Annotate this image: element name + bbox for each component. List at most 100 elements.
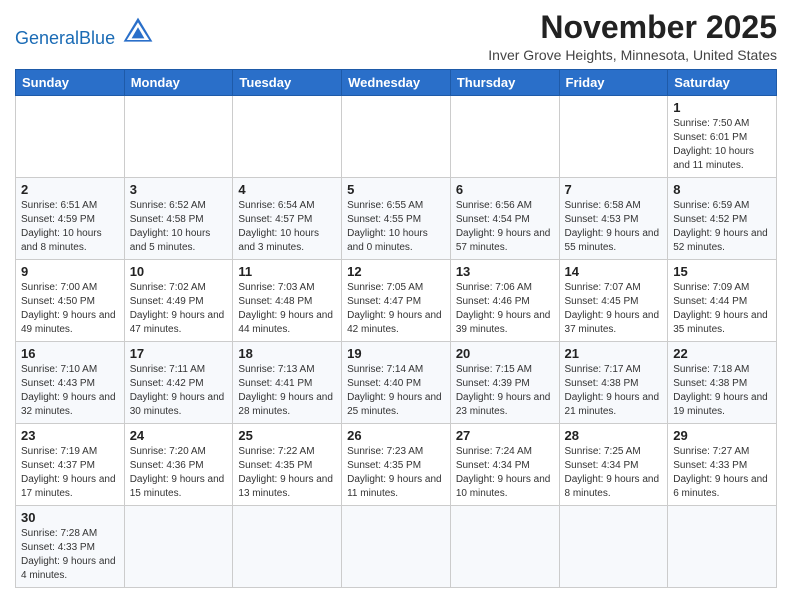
calendar-cell: 1Sunrise: 7:50 AM Sunset: 6:01 PM Daylig… [668, 96, 777, 178]
day-number: 25 [238, 428, 336, 443]
day-info: Sunrise: 7:19 AM Sunset: 4:37 PM Dayligh… [21, 445, 119, 501]
weekday-header-saturday: Saturday [668, 70, 777, 96]
day-info: Sunrise: 7:20 AM Sunset: 4:36 PM Dayligh… [130, 445, 228, 501]
calendar-cell [668, 506, 777, 588]
week-row-2: 2 Sunrise: 6:51 AM Sunset: 4:59 PM Daylig… [16, 178, 777, 260]
calendar-cell [233, 96, 342, 178]
day-info: Sunrise: 6:51 AM Sunset: 4:59 PM Dayligh… [21, 199, 119, 255]
calendar-cell [450, 506, 559, 588]
day-info: Sunrise: 6:52 AM Sunset: 4:58 PM Dayligh… [130, 199, 228, 255]
weekday-header-monday: Monday [124, 70, 233, 96]
logo-text: GeneralBlue [15, 28, 120, 48]
day-number: 10 [130, 264, 228, 279]
calendar-cell [559, 506, 668, 588]
calendar: SundayMondayTuesdayWednesdayThursdayFrid… [15, 69, 777, 588]
calendar-cell: 10 Sunrise: 7:02 AM Sunset: 4:49 PM Dayli… [124, 260, 233, 342]
day-number: 16 [21, 346, 119, 361]
day-number: 21 [565, 346, 663, 361]
calendar-cell: 8 Sunrise: 6:59 AM Sunset: 4:52 PM Daylig… [668, 178, 777, 260]
calendar-cell: 20 Sunrise: 7:15 AM Sunset: 4:39 PM Dayli… [450, 342, 559, 424]
calendar-cell: 13 Sunrise: 7:06 AM Sunset: 4:46 PM Dayli… [450, 260, 559, 342]
day-number: 7 [565, 182, 663, 197]
day-info: Sunrise: 7:18 AM Sunset: 4:38 PM Dayligh… [673, 363, 771, 419]
day-info: Sunrise: 7:02 AM Sunset: 4:49 PM Dayligh… [130, 281, 228, 337]
day-info: Sunrise: 6:58 AM Sunset: 4:53 PM Dayligh… [565, 199, 663, 255]
day-number: 19 [347, 346, 445, 361]
calendar-cell [16, 96, 125, 178]
day-number: 24 [130, 428, 228, 443]
week-row-5: 23 Sunrise: 7:19 AM Sunset: 4:37 PM Dayli… [16, 424, 777, 506]
calendar-cell [450, 96, 559, 178]
day-number: 27 [456, 428, 554, 443]
day-info: Sunrise: 7:07 AM Sunset: 4:45 PM Dayligh… [565, 281, 663, 337]
day-info: Sunrise: 7:05 AM Sunset: 4:47 PM Dayligh… [347, 281, 445, 337]
day-number: 22 [673, 346, 771, 361]
day-number: 12 [347, 264, 445, 279]
calendar-cell [233, 506, 342, 588]
calendar-cell: 2 Sunrise: 6:51 AM Sunset: 4:59 PM Daylig… [16, 178, 125, 260]
day-info: Sunrise: 6:56 AM Sunset: 4:54 PM Dayligh… [456, 199, 554, 255]
day-number: 13 [456, 264, 554, 279]
day-number: 26 [347, 428, 445, 443]
calendar-cell: 23 Sunrise: 7:19 AM Sunset: 4:37 PM Dayli… [16, 424, 125, 506]
day-info: Sunrise: 7:23 AM Sunset: 4:35 PM Dayligh… [347, 445, 445, 501]
day-number: 2 [21, 182, 119, 197]
day-info: Sunrise: 7:14 AM Sunset: 4:40 PM Dayligh… [347, 363, 445, 419]
calendar-cell: 6 Sunrise: 6:56 AM Sunset: 4:54 PM Daylig… [450, 178, 559, 260]
calendar-cell [559, 96, 668, 178]
calendar-cell: 3Sunrise: 6:52 AM Sunset: 4:58 PM Daylig… [124, 178, 233, 260]
week-row-6: 30Sunrise: 7:28 AM Sunset: 4:33 PM Dayli… [16, 506, 777, 588]
day-info: Sunrise: 7:06 AM Sunset: 4:46 PM Dayligh… [456, 281, 554, 337]
day-info: Sunrise: 6:55 AM Sunset: 4:55 PM Dayligh… [347, 199, 445, 255]
weekday-header-tuesday: Tuesday [233, 70, 342, 96]
day-number: 9 [21, 264, 119, 279]
location-title: Inver Grove Heights, Minnesota, United S… [488, 47, 777, 63]
day-info: Sunrise: 7:13 AM Sunset: 4:41 PM Dayligh… [238, 363, 336, 419]
logo-wordmark: GeneralBlue [15, 16, 154, 49]
calendar-cell: 7 Sunrise: 6:58 AM Sunset: 4:53 PM Daylig… [559, 178, 668, 260]
weekday-header-wednesday: Wednesday [342, 70, 451, 96]
day-number: 1 [673, 100, 771, 115]
week-row-3: 9 Sunrise: 7:00 AM Sunset: 4:50 PM Daylig… [16, 260, 777, 342]
week-row-4: 16 Sunrise: 7:10 AM Sunset: 4:43 PM Dayli… [16, 342, 777, 424]
day-number: 6 [456, 182, 554, 197]
calendar-cell: 16 Sunrise: 7:10 AM Sunset: 4:43 PM Dayli… [16, 342, 125, 424]
day-info: Sunrise: 7:15 AM Sunset: 4:39 PM Dayligh… [456, 363, 554, 419]
calendar-cell [342, 506, 451, 588]
calendar-cell: 11Sunrise: 7:03 AM Sunset: 4:48 PM Dayli… [233, 260, 342, 342]
logo-icon [122, 16, 154, 44]
calendar-cell: 19 Sunrise: 7:14 AM Sunset: 4:40 PM Dayli… [342, 342, 451, 424]
day-info: Sunrise: 7:03 AM Sunset: 4:48 PM Dayligh… [238, 281, 336, 337]
day-number: 29 [673, 428, 771, 443]
calendar-cell: 26 Sunrise: 7:23 AM Sunset: 4:35 PM Dayli… [342, 424, 451, 506]
logo: GeneralBlue [15, 16, 154, 49]
day-number: 15 [673, 264, 771, 279]
day-number: 20 [456, 346, 554, 361]
calendar-cell: 5Sunrise: 6:55 AM Sunset: 4:55 PM Daylig… [342, 178, 451, 260]
weekday-header-thursday: Thursday [450, 70, 559, 96]
day-info: Sunrise: 7:22 AM Sunset: 4:35 PM Dayligh… [238, 445, 336, 501]
calendar-cell: 28Sunrise: 7:25 AM Sunset: 4:34 PM Dayli… [559, 424, 668, 506]
day-number: 23 [21, 428, 119, 443]
day-info: Sunrise: 7:10 AM Sunset: 4:43 PM Dayligh… [21, 363, 119, 419]
day-info: Sunrise: 7:24 AM Sunset: 4:34 PM Dayligh… [456, 445, 554, 501]
calendar-cell: 22 Sunrise: 7:18 AM Sunset: 4:38 PM Dayli… [668, 342, 777, 424]
calendar-cell: 29 Sunrise: 7:27 AM Sunset: 4:33 PM Dayli… [668, 424, 777, 506]
day-info: Sunrise: 7:00 AM Sunset: 4:50 PM Dayligh… [21, 281, 119, 337]
calendar-cell: 25 Sunrise: 7:22 AM Sunset: 4:35 PM Dayli… [233, 424, 342, 506]
month-title: November 2025 [488, 10, 777, 45]
day-number: 8 [673, 182, 771, 197]
day-number: 4 [238, 182, 336, 197]
calendar-cell: 4Sunrise: 6:54 AM Sunset: 4:57 PM Daylig… [233, 178, 342, 260]
calendar-cell: 12 Sunrise: 7:05 AM Sunset: 4:47 PM Dayli… [342, 260, 451, 342]
day-number: 28 [565, 428, 663, 443]
header: GeneralBlue November 2025 Inver Grove He… [15, 10, 777, 63]
calendar-cell: 18Sunrise: 7:13 AM Sunset: 4:41 PM Dayli… [233, 342, 342, 424]
day-number: 14 [565, 264, 663, 279]
day-info: Sunrise: 6:59 AM Sunset: 4:52 PM Dayligh… [673, 199, 771, 255]
logo-general: General [15, 28, 79, 48]
day-info: Sunrise: 7:27 AM Sunset: 4:33 PM Dayligh… [673, 445, 771, 501]
calendar-cell: 24 Sunrise: 7:20 AM Sunset: 4:36 PM Dayli… [124, 424, 233, 506]
calendar-cell [342, 96, 451, 178]
calendar-cell: 14 Sunrise: 7:07 AM Sunset: 4:45 PM Dayli… [559, 260, 668, 342]
